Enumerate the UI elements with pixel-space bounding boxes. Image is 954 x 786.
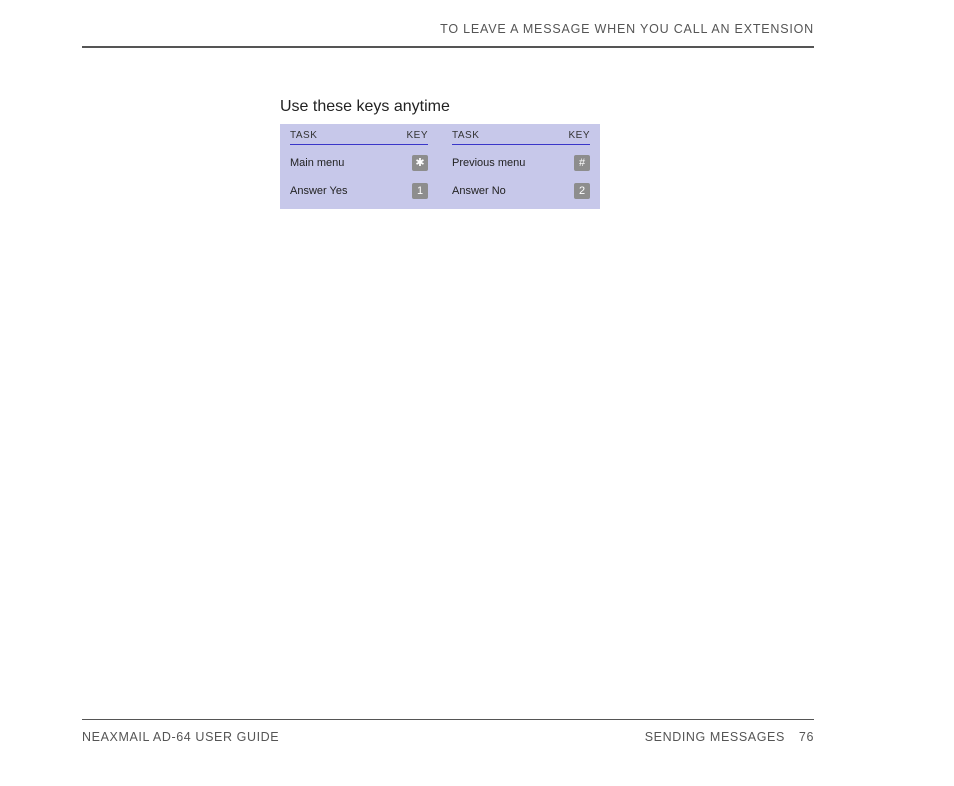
footer-page-number: 76: [799, 730, 814, 744]
task-header-label: TASK: [290, 130, 317, 141]
key-row: Answer Yes 1: [290, 183, 428, 199]
column-header: TASK KEY: [290, 130, 428, 145]
task-label: Main menu: [290, 157, 344, 169]
key-column-left: TASK KEY Main menu ✱ Answer Yes 1: [290, 130, 428, 201]
keycap-icon: ✱: [412, 155, 428, 171]
keycap-icon: 1: [412, 183, 428, 199]
page-header-title: TO LEAVE A MESSAGE WHEN YOU CALL AN EXTE…: [82, 22, 814, 46]
key-row: Main menu ✱: [290, 155, 428, 171]
header-rule: [82, 46, 814, 48]
section-title: Use these keys anytime: [280, 98, 600, 116]
key-row: Previous menu #: [452, 155, 590, 171]
task-label: Answer Yes: [290, 185, 347, 197]
key-row: Answer No 2: [452, 183, 590, 199]
task-label: Answer No: [452, 185, 506, 197]
content-area: Use these keys anytime TASK KEY Main men…: [280, 98, 600, 209]
key-header-label: KEY: [568, 130, 590, 141]
key-header-label: KEY: [406, 130, 428, 141]
footer-section-name: SENDING MESSAGES: [645, 730, 785, 744]
column-header: TASK KEY: [452, 130, 590, 145]
keycap-icon: #: [574, 155, 590, 171]
footer-rule: [82, 719, 814, 720]
task-header-label: TASK: [452, 130, 479, 141]
key-table: TASK KEY Main menu ✱ Answer Yes 1 TASK K…: [280, 124, 600, 209]
page-footer: NEAXMAIL AD-64 USER GUIDE SENDING MESSAG…: [82, 719, 814, 744]
keycap-icon: 2: [574, 183, 590, 199]
footer-guide-name: NEAXMAIL AD-64 USER GUIDE: [82, 730, 279, 744]
task-label: Previous menu: [452, 157, 525, 169]
key-column-right: TASK KEY Previous menu # Answer No 2: [452, 130, 590, 201]
